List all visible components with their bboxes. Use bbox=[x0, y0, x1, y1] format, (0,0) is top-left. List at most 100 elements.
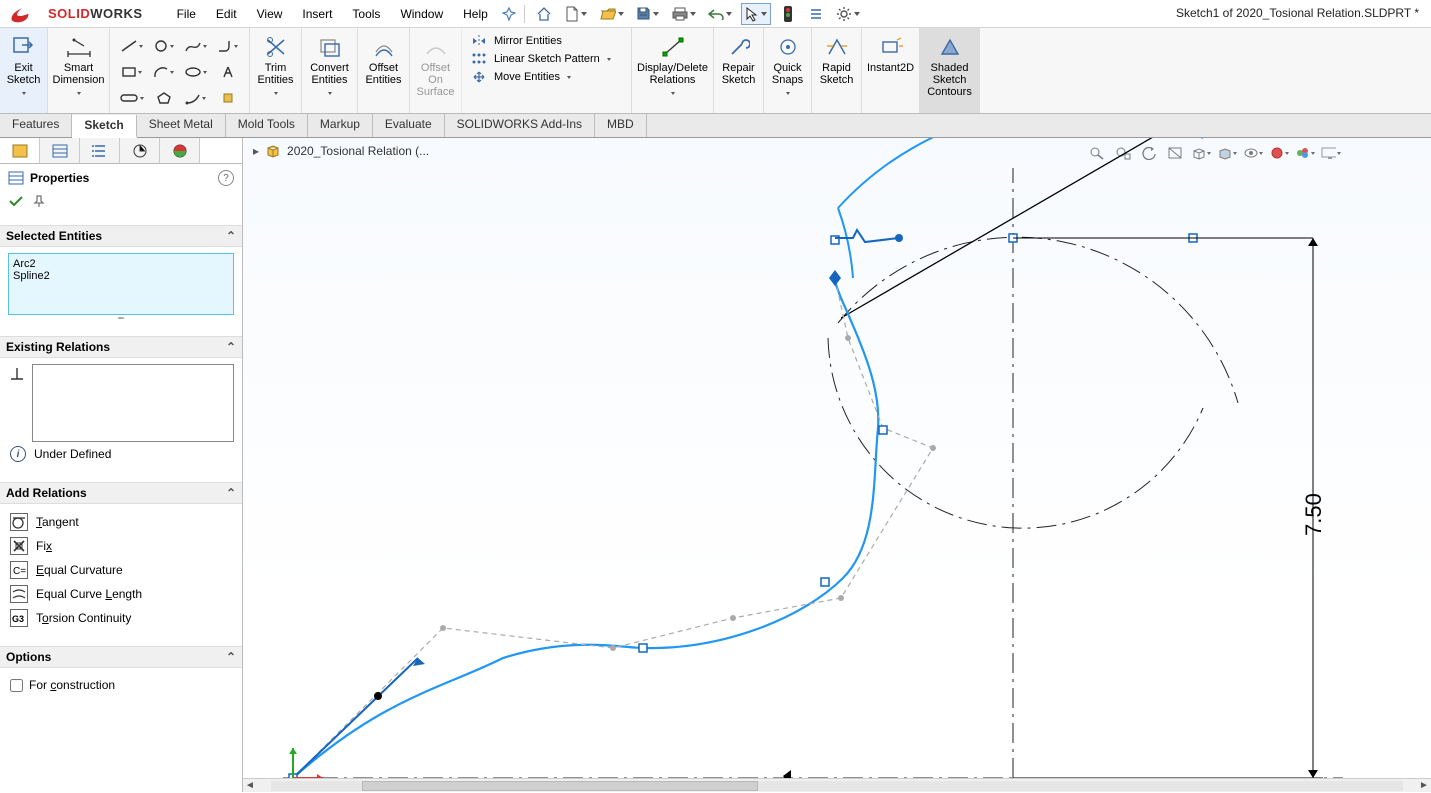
rapid-sketch-button[interactable]: Rapid Sketch bbox=[812, 28, 862, 113]
dimension-value[interactable]: 7.50 bbox=[1301, 493, 1327, 536]
pattern-tools-group: Mirror Entities Linear Sketch Pattern Mo… bbox=[462, 28, 632, 113]
quick-access-toolbar bbox=[529, 3, 863, 25]
traffic-light-icon[interactable] bbox=[777, 3, 799, 25]
options-header[interactable]: Options⌃ bbox=[0, 646, 242, 668]
ellipse-tool-icon[interactable] bbox=[181, 60, 211, 84]
existing-relations-header[interactable]: Existing Relations⌃ bbox=[0, 336, 242, 358]
ok-check-icon[interactable] bbox=[8, 194, 24, 211]
select-cursor-icon[interactable] bbox=[741, 3, 771, 25]
selected-entities-header[interactable]: Selected Entities⌃ bbox=[0, 225, 242, 247]
new-doc-icon[interactable] bbox=[561, 3, 591, 25]
fix-icon bbox=[10, 537, 28, 555]
move-entities-button[interactable]: Move Entities bbox=[470, 70, 611, 84]
smart-dimension-button[interactable]: Smart Dimension bbox=[48, 28, 110, 113]
exit-sketch-button[interactable]: Exit Sketch bbox=[0, 28, 48, 113]
trim-entities-button[interactable]: Trim Entities bbox=[250, 28, 302, 113]
app-logo bbox=[2, 4, 42, 24]
undo-icon[interactable] bbox=[705, 3, 735, 25]
menu-tools[interactable]: Tools bbox=[342, 3, 390, 25]
tab-markup[interactable]: Markup bbox=[308, 114, 373, 137]
arc-tool-icon[interactable] bbox=[149, 60, 179, 84]
pushpin-icon[interactable] bbox=[32, 194, 46, 211]
definition-status: i Under Defined bbox=[8, 442, 234, 466]
menu-window[interactable]: Window bbox=[390, 3, 453, 25]
display-delete-relations-button[interactable]: Display/Delete Relations bbox=[632, 28, 714, 113]
circle-tool-icon[interactable] bbox=[149, 34, 179, 58]
plane-tool-icon[interactable] bbox=[213, 86, 243, 110]
relation-tangent[interactable]: Tangent bbox=[8, 510, 234, 534]
feature-manager-tab[interactable] bbox=[0, 138, 40, 163]
torsion-icon: G3 bbox=[10, 609, 28, 627]
polygon-tool-icon[interactable] bbox=[149, 86, 179, 110]
menu-edit[interactable]: Edit bbox=[206, 3, 247, 25]
relation-fix[interactable]: Fix bbox=[8, 534, 234, 558]
save-icon[interactable] bbox=[633, 3, 663, 25]
pin-icon[interactable] bbox=[498, 3, 520, 25]
offset-on-surface-button: Offset On Surface bbox=[410, 28, 462, 113]
entity-item[interactable]: Spline2 bbox=[13, 270, 229, 282]
menu-bar: SOLIDWORKS File Edit View Insert Tools W… bbox=[0, 0, 1431, 28]
shaded-contours-button[interactable]: Shaded Sketch Contours bbox=[920, 28, 980, 113]
tab-sketch[interactable]: Sketch bbox=[72, 115, 136, 138]
help-icon[interactable]: ? bbox=[218, 170, 234, 186]
rectangle-tool-icon[interactable] bbox=[117, 60, 147, 84]
tab-mbd[interactable]: MBD bbox=[595, 114, 647, 137]
relation-eqcurv[interactable]: C=Equal Curvature bbox=[8, 558, 234, 582]
convert-entities-button[interactable]: Convert Entities bbox=[302, 28, 358, 113]
menu-view[interactable]: View bbox=[247, 3, 293, 25]
horizontal-scrollbar[interactable]: ◄► bbox=[243, 778, 1431, 792]
panel-header: Properties ? bbox=[0, 164, 242, 192]
relation-eqlen[interactable]: Equal Curve Length bbox=[8, 582, 234, 606]
fillet-tool-icon[interactable] bbox=[213, 34, 243, 58]
repair-sketch-button[interactable]: Repair Sketch bbox=[714, 28, 764, 113]
sketch-scene bbox=[243, 138, 1431, 792]
line-tool-icon[interactable] bbox=[117, 34, 147, 58]
graphics-area[interactable]: ▸ 2020_Tosional Relation (... bbox=[243, 138, 1431, 792]
slot-tool-icon[interactable] bbox=[117, 86, 147, 110]
list-icon[interactable] bbox=[805, 3, 827, 25]
relation-torsion[interactable]: G3Torsion Continuity bbox=[8, 606, 234, 630]
property-manager-tab[interactable] bbox=[40, 138, 80, 163]
linear-pattern-button[interactable]: Linear Sketch Pattern bbox=[470, 52, 611, 66]
svg-text:C=: C= bbox=[13, 566, 26, 577]
command-manager-tabs: Features Sketch Sheet Metal Mold Tools M… bbox=[0, 114, 1431, 138]
entity-item[interactable]: Arc2 bbox=[13, 258, 229, 270]
tab-sheet-metal[interactable]: Sheet Metal bbox=[137, 114, 226, 137]
home-icon[interactable] bbox=[533, 3, 555, 25]
spline-tool-icon[interactable] bbox=[181, 34, 211, 58]
properties-icon bbox=[8, 171, 24, 185]
instant2d-button[interactable]: Instant2D bbox=[862, 28, 920, 113]
config-manager-tab[interactable] bbox=[80, 138, 120, 163]
selected-entities-list[interactable]: Arc2 Spline2 bbox=[8, 253, 234, 315]
settings-gear-icon[interactable] bbox=[833, 3, 863, 25]
print-icon[interactable] bbox=[669, 3, 699, 25]
point-tool-icon[interactable] bbox=[181, 86, 211, 110]
tab-addins[interactable]: SOLIDWORKS Add-Ins bbox=[445, 114, 595, 137]
menu-file[interactable]: File bbox=[167, 3, 206, 25]
tab-features[interactable]: Features bbox=[0, 114, 72, 137]
offset-entities-button[interactable]: Offset Entities bbox=[358, 28, 410, 113]
mirror-entities-button[interactable]: Mirror Entities bbox=[470, 34, 611, 48]
menu-help[interactable]: Help bbox=[453, 3, 498, 25]
manager-tabs bbox=[0, 138, 242, 164]
quick-snaps-button[interactable]: Quick Snaps bbox=[764, 28, 812, 113]
eqcurv-icon: C= bbox=[10, 561, 28, 579]
for-construction-checkbox[interactable]: For construction bbox=[8, 674, 234, 696]
dim-expert-tab[interactable] bbox=[120, 138, 160, 163]
tab-mold-tools[interactable]: Mold Tools bbox=[226, 114, 308, 137]
ribbon-toolbar: Exit Sketch Smart Dimension Trim Entitie… bbox=[0, 28, 1431, 114]
panel-title: Properties bbox=[30, 171, 89, 185]
tab-evaluate[interactable]: Evaluate bbox=[373, 114, 445, 137]
svg-text:G3: G3 bbox=[12, 614, 24, 624]
add-relations-header[interactable]: Add Relations⌃ bbox=[0, 482, 242, 504]
existing-relations-list[interactable] bbox=[32, 364, 234, 442]
menu-insert[interactable]: Insert bbox=[292, 3, 342, 25]
relation-perp-icon bbox=[8, 364, 26, 442]
text-tool-icon[interactable] bbox=[213, 60, 243, 84]
display-manager-tab[interactable] bbox=[160, 138, 200, 163]
app-brand: SOLIDWORKS bbox=[48, 6, 143, 21]
open-icon[interactable] bbox=[597, 3, 627, 25]
eqlen-icon bbox=[10, 585, 28, 603]
tangent-icon bbox=[10, 513, 28, 531]
sketch-entity-tools bbox=[110, 28, 250, 113]
